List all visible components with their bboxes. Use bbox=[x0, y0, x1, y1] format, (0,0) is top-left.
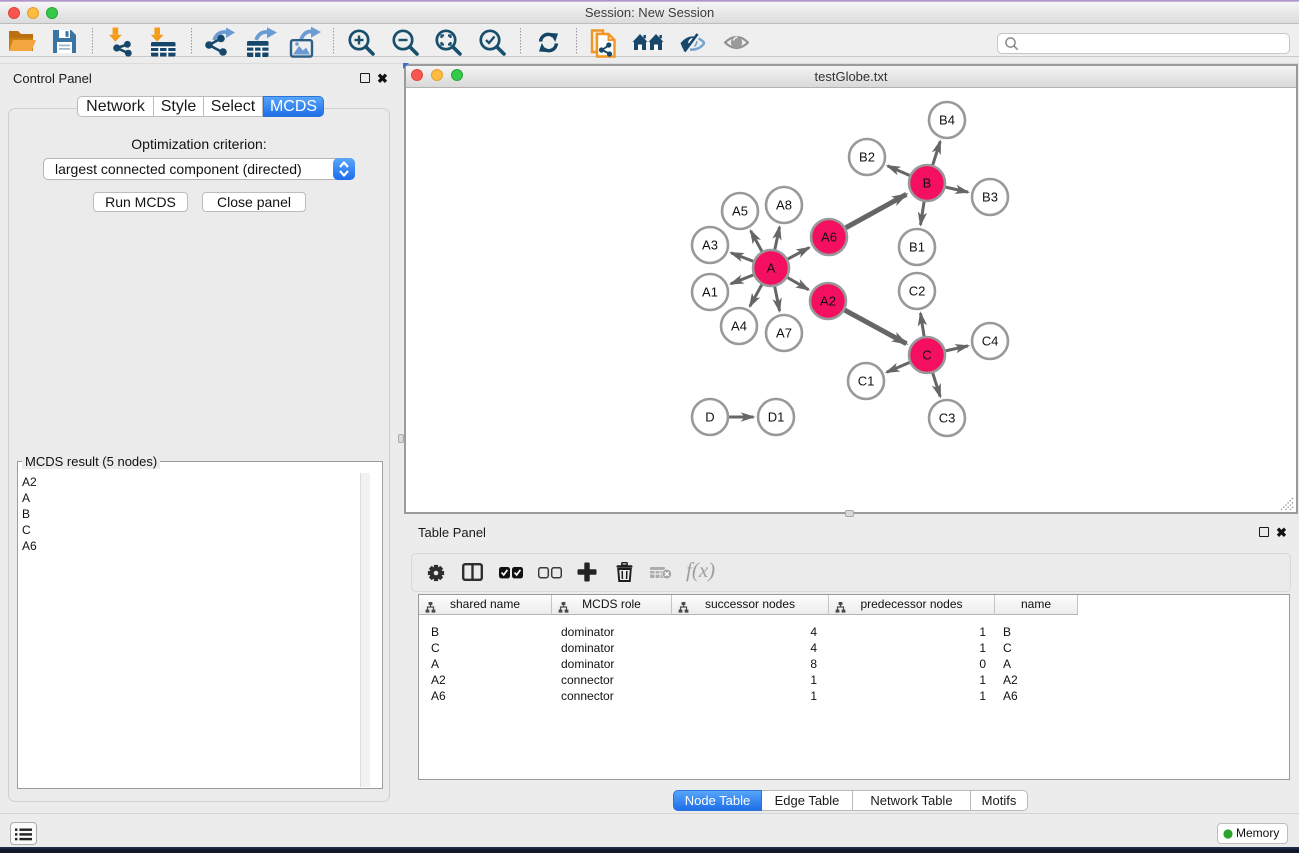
svg-text:C3: C3 bbox=[939, 411, 956, 426]
svg-text:A7: A7 bbox=[776, 326, 792, 341]
svg-text:B: B bbox=[923, 176, 932, 191]
svg-text:B3: B3 bbox=[982, 190, 998, 205]
svg-text:A5: A5 bbox=[732, 204, 748, 219]
svg-text:C2: C2 bbox=[909, 284, 926, 299]
svg-text:A1: A1 bbox=[702, 285, 718, 300]
svg-text:A: A bbox=[767, 261, 776, 276]
svg-text:A8: A8 bbox=[776, 198, 792, 213]
svg-text:B1: B1 bbox=[909, 240, 925, 255]
svg-text:C1: C1 bbox=[858, 374, 875, 389]
svg-text:D: D bbox=[705, 410, 714, 425]
svg-text:A2: A2 bbox=[820, 294, 836, 309]
svg-text:A4: A4 bbox=[731, 319, 747, 334]
svg-text:A3: A3 bbox=[702, 238, 718, 253]
svg-text:A6: A6 bbox=[821, 230, 837, 245]
svg-text:C: C bbox=[922, 348, 931, 363]
svg-text:D1: D1 bbox=[768, 410, 785, 425]
svg-text:B4: B4 bbox=[939, 113, 955, 128]
svg-text:C4: C4 bbox=[982, 334, 999, 349]
svg-text:B2: B2 bbox=[859, 150, 875, 165]
